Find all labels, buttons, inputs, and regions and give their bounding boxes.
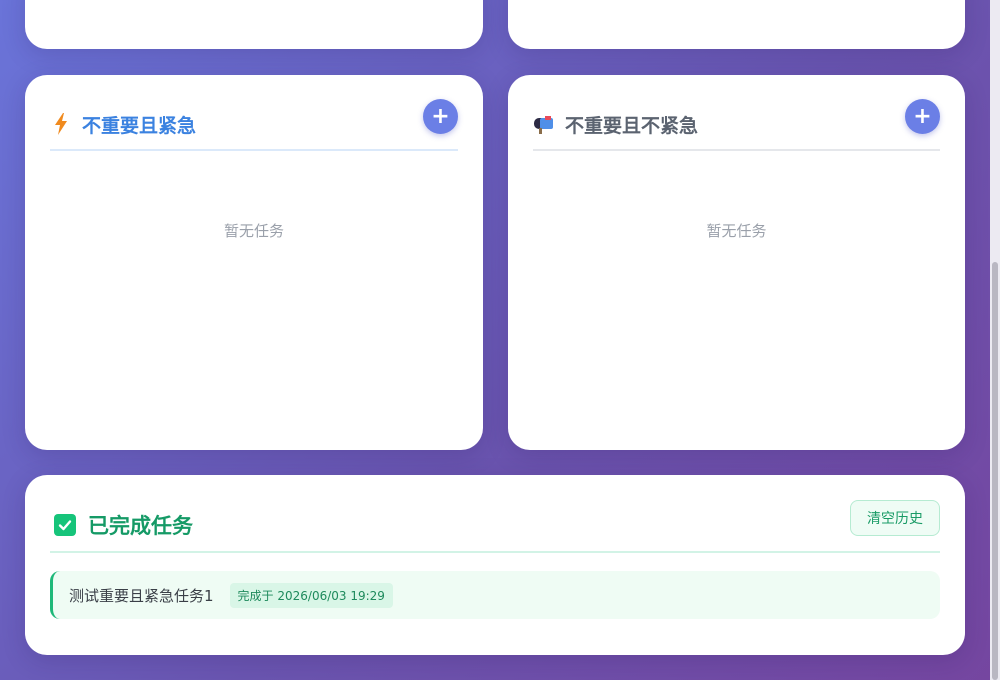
quadrant-title: 不重要且紧急 (82, 114, 197, 137)
completed-task-item[interactable]: 测试重要且紧急任务1 完成于 2026/06/03 19:29 (50, 571, 940, 619)
check-square-icon (54, 514, 76, 536)
completed-time-badge: 完成于 2026/06/03 19:29 (229, 582, 393, 608)
quadrant-card-top-right (508, 0, 965, 49)
add-task-button[interactable]: + (423, 99, 458, 134)
completed-title: 已完成任务 (88, 514, 193, 538)
empty-state-text: 暂无任务 (706, 222, 767, 240)
completed-header: 已完成任务 清空历史 (50, 499, 940, 553)
quadrant-card-top-left (25, 0, 483, 49)
add-task-button[interactable]: + (905, 99, 940, 134)
quadrant-not-important-not-urgent: 不重要且不紧急 + 暂无任务 (508, 75, 965, 450)
quadrant-header: 不重要且紧急 + (50, 99, 458, 151)
quadrant-header: 不重要且不紧急 + (533, 99, 940, 151)
mailbox-icon (533, 113, 555, 135)
scrollbar-thumb[interactable] (992, 262, 998, 680)
page-scrollbar[interactable] (990, 0, 1000, 680)
lightning-icon (50, 113, 72, 135)
quadrant-title: 不重要且不紧急 (565, 114, 699, 137)
completed-task-text: 测试重要且紧急任务1 (69, 586, 214, 605)
quadrant-not-important-urgent: 不重要且紧急 + 暂无任务 (25, 75, 483, 450)
empty-state-text: 暂无任务 (223, 222, 284, 240)
clear-history-button[interactable]: 清空历史 (850, 500, 940, 536)
completed-tasks-panel: 已完成任务 清空历史 测试重要且紧急任务1 完成于 2026/06/03 19:… (25, 475, 965, 655)
